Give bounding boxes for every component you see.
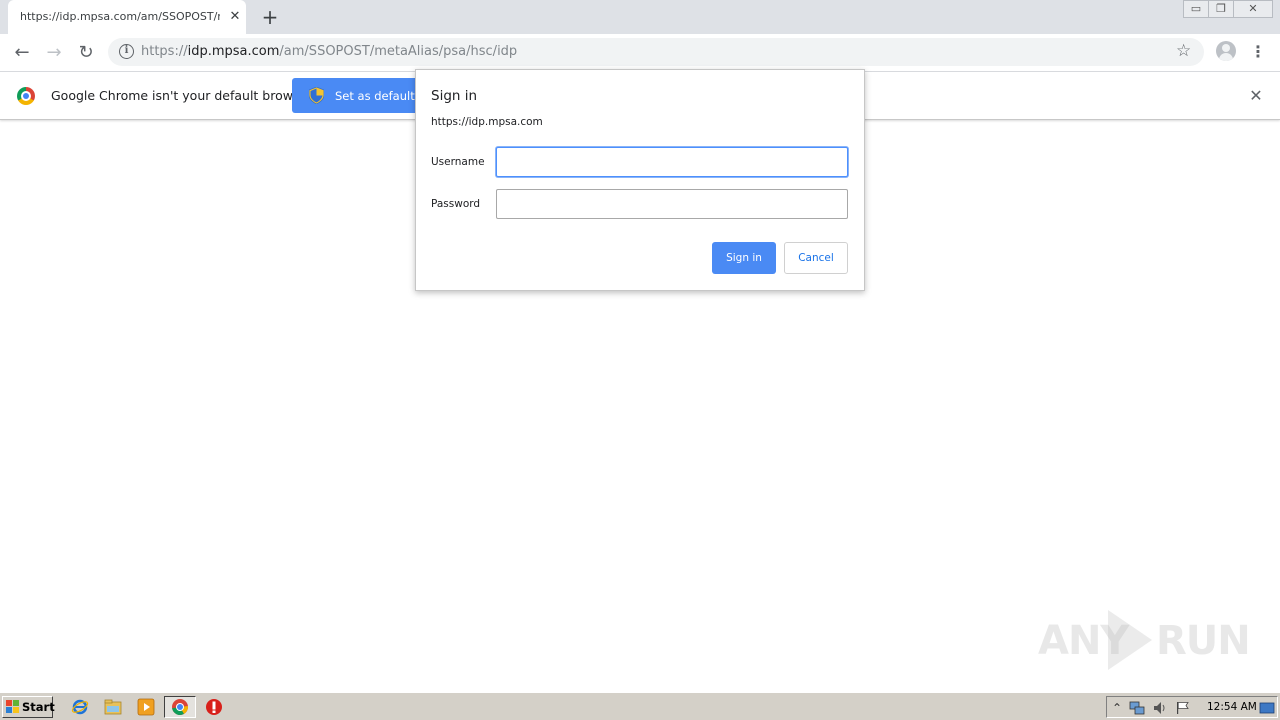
chrome-taskbar-icon	[172, 699, 188, 715]
volume-icon[interactable]	[1152, 700, 1168, 716]
infobar-message: Google Chrome isn't your default browser	[51, 88, 313, 103]
avatar-head	[1222, 44, 1230, 52]
tray-expand-icon[interactable]: ⌃	[1109, 700, 1125, 716]
anyrun-watermark: ANY RUN	[1038, 610, 1251, 670]
restore-button[interactable]: ❐	[1208, 0, 1234, 18]
start-button[interactable]: Start	[2, 696, 55, 718]
url-text[interactable]: https://idp.mpsa.com/am/SSOPOST/metaAlia…	[141, 44, 517, 59]
username-label: Username	[431, 156, 485, 168]
browser-tab[interactable]: https://idp.mpsa.com/am/SSOPOST/metaAlia…	[8, 0, 246, 34]
cancel-button[interactable]: Cancel	[784, 242, 848, 274]
file-explorer-icon[interactable]	[104, 698, 122, 716]
watermark-right-text: RUN	[1156, 618, 1251, 664]
logo-blue	[6, 707, 12, 713]
screen: https://idp.mpsa.com/am/SSOPOST/metaAlia…	[0, 0, 1280, 720]
chrome-logo-center	[23, 93, 29, 99]
password-input[interactable]	[496, 189, 848, 219]
start-label: Start	[22, 700, 55, 714]
network-icon[interactable]	[1129, 700, 1145, 716]
logo-green	[13, 700, 19, 706]
shield-icon	[309, 87, 324, 104]
new-tab-button[interactable]: +	[259, 6, 281, 28]
password-label: Password	[431, 198, 481, 210]
dialog-origin: https://idp.mpsa.com	[431, 116, 543, 128]
url-host: idp.mpsa.com	[187, 44, 280, 59]
tab-title: https://idp.mpsa.com/am/SSOPOST/metaAlia…	[20, 10, 220, 23]
reload-button[interactable]: ↻	[74, 41, 98, 65]
logo-yellow	[13, 707, 19, 713]
action-center-flag-icon[interactable]	[1175, 700, 1191, 716]
url-path: /am/SSOPOST/metaAlias/psa/hsc/idp	[279, 44, 518, 59]
minimize-button[interactable]: ▭	[1183, 0, 1209, 18]
media-player-icon[interactable]	[137, 698, 155, 716]
internet-explorer-icon[interactable]	[71, 698, 89, 716]
tab-close-icon[interactable]: ✕	[226, 8, 244, 26]
taskbar: Start ⌃ 12:54 AM	[0, 692, 1280, 720]
sign-in-button[interactable]: Sign in	[712, 242, 776, 274]
bookmark-star-icon[interactable]: ☆	[1176, 41, 1191, 61]
profile-avatar-icon[interactable]	[1216, 41, 1236, 61]
forward-button[interactable]: →	[42, 41, 66, 65]
address-bar[interactable]: i https://idp.mpsa.com/am/SSOPOST/metaAl…	[108, 38, 1204, 66]
watermark-play-icon	[1108, 610, 1152, 670]
infobar-close-icon[interactable]: ✕	[1246, 86, 1266, 106]
menu-icon[interactable]: ⋮	[1250, 41, 1266, 65]
username-input[interactable]	[496, 147, 848, 177]
taskbar-clock: 12:54 AM	[1207, 701, 1257, 713]
set-as-default-button[interactable]: Set as default	[292, 78, 416, 113]
set-as-default-label: Set as default	[335, 89, 415, 103]
back-button[interactable]: ←	[10, 41, 34, 65]
info-icon[interactable]: i	[119, 44, 134, 59]
chrome-logo-icon	[17, 87, 35, 105]
browser-toolbar: ← → ↻ i https://idp.mpsa.com/am/SSOPOST/…	[0, 34, 1280, 72]
window-close-button[interactable]: ✕	[1233, 0, 1273, 18]
sign-in-dialog: Sign in https://idp.mpsa.com Username Pa…	[415, 69, 865, 291]
windows-logo-icon	[6, 700, 20, 714]
logo-red	[6, 700, 12, 706]
show-desktop-icon[interactable]	[1259, 700, 1275, 716]
dialog-title: Sign in	[431, 88, 478, 104]
url-scheme: https://	[141, 44, 188, 59]
tab-strip: https://idp.mpsa.com/am/SSOPOST/metaAlia…	[0, 0, 1280, 34]
chrome-taskbar-button[interactable]	[164, 696, 196, 718]
system-tray: ⌃ 12:54 AM	[1106, 696, 1278, 718]
stop-sign-icon[interactable]	[205, 698, 223, 716]
avatar-body	[1219, 53, 1233, 61]
